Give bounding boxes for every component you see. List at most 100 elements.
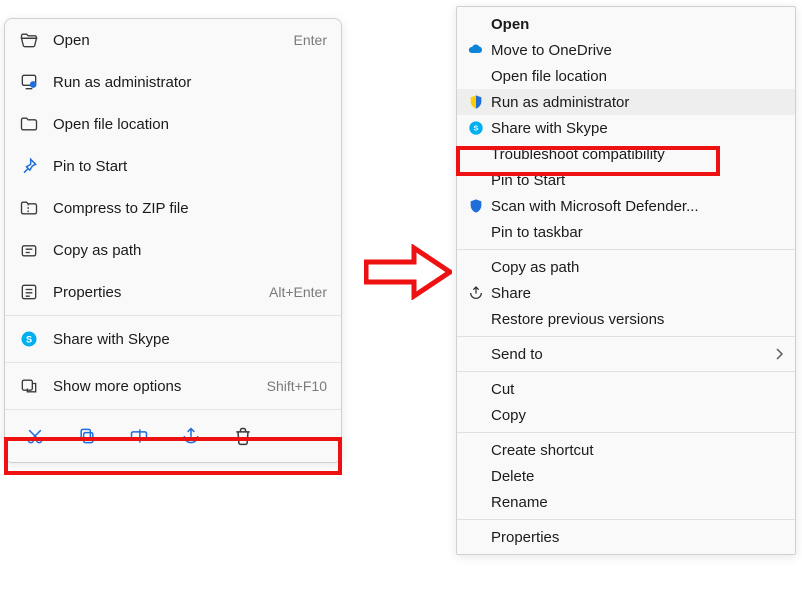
- menu-separator: [457, 371, 795, 372]
- copypath-icon: [19, 240, 39, 260]
- menu-item-pin-start[interactable]: Pin to Start: [457, 167, 795, 193]
- shield-blue-icon: [465, 197, 487, 215]
- blank-icon: [465, 345, 487, 363]
- menu-item-label: Share with Skype: [491, 120, 783, 137]
- menu-item-label: Open file location: [491, 68, 783, 85]
- share-icon: [465, 284, 487, 302]
- menu-item-label: Pin to Start: [53, 158, 327, 175]
- blank-icon: [465, 441, 487, 459]
- menu-toolbar: [5, 412, 341, 462]
- menu-item-label: Rename: [491, 494, 783, 511]
- blank-icon: [465, 15, 487, 33]
- blank-icon: [465, 258, 487, 276]
- menu-separator: [457, 249, 795, 250]
- skype-icon: S: [465, 119, 487, 137]
- blank-icon: [465, 67, 487, 85]
- menu-item-label: Open file location: [53, 116, 327, 133]
- blank-icon: [465, 145, 487, 163]
- menu-separator: [457, 336, 795, 337]
- menu-item-label: Pin to Start: [491, 172, 783, 189]
- menu-item-open-location[interactable]: Open file location: [5, 103, 341, 145]
- menu-item-label: Open: [491, 16, 783, 33]
- menu-item-pin-taskbar[interactable]: Pin to taskbar: [457, 219, 795, 245]
- menu-item-cut[interactable]: Cut: [457, 376, 795, 402]
- menu-item-accelerator: Shift+F10: [267, 378, 327, 394]
- menu-item-open-location[interactable]: Open file location: [457, 63, 795, 89]
- menu-item-pin-start[interactable]: Pin to Start: [5, 145, 341, 187]
- menu-item-compress-zip[interactable]: Compress to ZIP file: [5, 187, 341, 229]
- blank-icon: [465, 528, 487, 546]
- menu-item-properties[interactable]: Properties: [457, 524, 795, 550]
- admin-icon: [19, 72, 39, 92]
- menu-item-label: Delete: [491, 468, 783, 485]
- skype-icon: S: [19, 329, 39, 349]
- menu-item-open[interactable]: Open: [457, 11, 795, 37]
- menu-item-troubleshoot[interactable]: Troubleshoot compatibility: [457, 141, 795, 167]
- menu-item-label: Show more options: [53, 378, 267, 395]
- menu-item-show-more[interactable]: Show more options Shift+F10: [5, 365, 341, 407]
- menu-item-label: Copy: [491, 407, 783, 424]
- menu-item-label: Restore previous versions: [491, 311, 783, 328]
- properties-icon: [19, 282, 39, 302]
- onedrive-icon: [465, 41, 487, 59]
- flow-arrow: [364, 244, 452, 300]
- zip-icon: [19, 198, 39, 218]
- delete-icon[interactable]: [231, 424, 255, 448]
- menu-item-label: Move to OneDrive: [491, 42, 783, 59]
- menu-item-skype[interactable]: S Share with Skype: [457, 115, 795, 141]
- open-folder-icon: [19, 30, 39, 50]
- menu-item-label: Scan with Microsoft Defender...: [491, 198, 783, 215]
- menu-item-label: Troubleshoot compatibility: [491, 146, 783, 163]
- menu-item-label: Share with Skype: [53, 331, 327, 348]
- pin-icon: [19, 156, 39, 176]
- menu-item-send-to[interactable]: Send to: [457, 341, 795, 367]
- menu-item-rename[interactable]: Rename: [457, 489, 795, 515]
- svg-text:S: S: [26, 334, 32, 344]
- copy-icon[interactable]: [75, 424, 99, 448]
- menu-item-label: Copy as path: [491, 259, 783, 276]
- menu-item-properties[interactable]: Properties Alt+Enter: [5, 271, 341, 313]
- blank-icon: [465, 467, 487, 485]
- menu-item-copy-path[interactable]: Copy as path: [5, 229, 341, 271]
- menu-item-restore-prev[interactable]: Restore previous versions: [457, 306, 795, 332]
- shield-yellowblue-icon: [465, 93, 487, 111]
- menu-item-label: Run as administrator: [53, 74, 327, 91]
- menu-item-label: Properties: [53, 284, 269, 301]
- menu-separator: [457, 519, 795, 520]
- menu-separator: [5, 409, 341, 410]
- menu-item-delete[interactable]: Delete: [457, 463, 795, 489]
- menu-item-open[interactable]: Open Enter: [5, 19, 341, 61]
- menu-item-create-shortcut[interactable]: Create shortcut: [457, 437, 795, 463]
- menu-item-accelerator: Enter: [294, 32, 327, 48]
- menu-item-onedrive[interactable]: Move to OneDrive: [457, 37, 795, 63]
- menu-item-share[interactable]: Share: [457, 280, 795, 306]
- menu-separator: [5, 362, 341, 363]
- menu-item-copy[interactable]: Copy: [457, 402, 795, 428]
- menu-item-label: Send to: [491, 346, 775, 363]
- blank-icon: [465, 493, 487, 511]
- cut-icon[interactable]: [23, 424, 47, 448]
- menu-item-label: Share: [491, 285, 783, 302]
- share-icon[interactable]: [179, 424, 203, 448]
- blank-icon: [465, 171, 487, 189]
- moreoptions-icon: [19, 376, 39, 396]
- svg-text:S: S: [474, 124, 479, 133]
- menu-item-label: Open: [53, 32, 294, 49]
- menu-item-copy-path[interactable]: Copy as path: [457, 254, 795, 280]
- menu-item-run-admin[interactable]: Run as administrator: [5, 61, 341, 103]
- menu-item-defender[interactable]: Scan with Microsoft Defender...: [457, 193, 795, 219]
- blank-icon: [465, 310, 487, 328]
- win11-context-menu: Open Enter Run as administrator Open fil…: [4, 18, 342, 463]
- menu-item-label: Pin to taskbar: [491, 224, 783, 241]
- menu-separator: [5, 315, 341, 316]
- menu-item-skype[interactable]: S Share with Skype: [5, 318, 341, 360]
- rename-icon[interactable]: [127, 424, 151, 448]
- menu-item-label: Copy as path: [53, 242, 327, 259]
- menu-item-label: Create shortcut: [491, 442, 783, 459]
- menu-separator: [457, 432, 795, 433]
- folder-icon: [19, 114, 39, 134]
- menu-item-run-admin[interactable]: Run as administrator: [457, 89, 795, 115]
- menu-item-accelerator: Alt+Enter: [269, 284, 327, 300]
- submenu-arrow-icon: [775, 348, 783, 360]
- blank-icon: [465, 223, 487, 241]
